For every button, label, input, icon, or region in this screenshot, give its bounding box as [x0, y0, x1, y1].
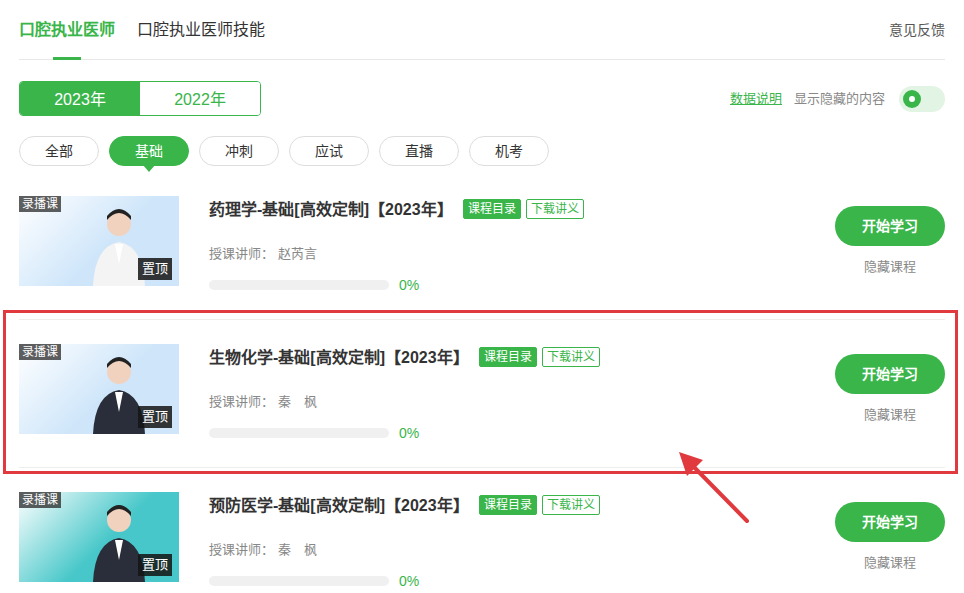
progress-track: [209, 576, 389, 586]
exam-tab[interactable]: 口腔执业医师: [19, 19, 115, 59]
recorded-badge: 录播课: [19, 492, 61, 508]
hidden-controls: 数据说明显示隐藏的内容: [730, 86, 945, 112]
year-row: 2023年2022年 数据说明显示隐藏的内容: [19, 81, 945, 116]
pinned-badge: 置顶: [138, 554, 172, 576]
hide-course-link[interactable]: 隐藏课程: [864, 553, 916, 573]
course-title[interactable]: 生物化学-基础[高效定制]【2023年】: [209, 349, 469, 366]
switch-knob: [903, 90, 921, 108]
course-info: 生物化学-基础[高效定制]【2023年】课程目录下载讲义授课讲师： 秦 枫 0%: [209, 344, 600, 443]
catalog-tag[interactable]: 课程目录: [479, 347, 537, 367]
hide-course-link[interactable]: 隐藏课程: [864, 405, 916, 425]
course-info: 药理学-基础[高效定制]【2023年】课程目录下载讲义授课讲师： 赵芮言 0%: [209, 196, 584, 295]
feedback-link[interactable]: 意见反馈: [889, 19, 945, 59]
course-thumbnail[interactable]: 录播课置顶: [19, 196, 179, 286]
course-title[interactable]: 药理学-基础[高效定制]【2023年】: [209, 201, 453, 218]
course-tabs: 口腔执业医师口腔执业医师技能: [19, 19, 287, 59]
recorded-badge: 录播课: [19, 196, 61, 212]
course-title-row: 生物化学-基础[高效定制]【2023年】课程目录下载讲义: [209, 347, 600, 369]
data-info-link[interactable]: 数据说明: [730, 89, 782, 109]
year-button[interactable]: 2022年: [140, 82, 260, 115]
arrow-icon: [659, 435, 751, 527]
teacher-row: 授课讲师： 秦 枫: [209, 540, 600, 560]
progress-text: 0%: [399, 423, 419, 443]
hide-course-link[interactable]: 隐藏课程: [864, 257, 916, 277]
handout-tag[interactable]: 下载讲义: [526, 199, 584, 219]
teacher-name: 赵芮言: [278, 246, 317, 261]
show-hidden-switch[interactable]: [899, 86, 945, 112]
handout-tag[interactable]: 下载讲义: [542, 495, 600, 515]
course-title-row: 药理学-基础[高效定制]【2023年】课程目录下载讲义: [209, 199, 584, 221]
course-title[interactable]: 预防医学-基础[高效定制]【2023年】: [209, 497, 469, 514]
teacher-label: 授课讲师：: [209, 394, 274, 409]
filter-pill[interactable]: 机考: [469, 136, 549, 166]
filter-pill[interactable]: 冲刺: [199, 136, 279, 166]
year-toggle: 2023年2022年: [19, 81, 261, 116]
handout-tag[interactable]: 下载讲义: [542, 347, 600, 367]
catalog-tag[interactable]: 课程目录: [463, 199, 521, 219]
progress-row: 0%: [209, 423, 600, 443]
filter-pill[interactable]: 全部: [19, 136, 99, 166]
catalog-tag[interactable]: 课程目录: [479, 495, 537, 515]
teacher-name: 秦 枫: [278, 394, 317, 409]
teacher-row: 授课讲师： 赵芮言: [209, 244, 584, 264]
course-actions: 开始学习隐藏课程: [835, 206, 945, 277]
course-actions: 开始学习隐藏课程: [835, 502, 945, 573]
teacher-label: 授课讲师：: [209, 246, 274, 261]
course-actions: 开始学习隐藏课程: [835, 354, 945, 425]
progress-text: 0%: [399, 275, 419, 295]
filter-pill[interactable]: 应试: [289, 136, 369, 166]
progress-track: [209, 428, 389, 438]
show-hidden-label: 显示隐藏的内容: [794, 89, 885, 109]
progress-text: 0%: [399, 571, 419, 591]
pinned-badge: 置顶: [138, 406, 172, 428]
progress-row: 0%: [209, 571, 600, 591]
course-title-row: 预防医学-基础[高效定制]【2023年】课程目录下载讲义: [209, 495, 600, 517]
teacher-row: 授课讲师： 秦 枫: [209, 392, 600, 412]
course-list: 录播课置顶药理学-基础[高效定制]【2023年】课程目录下载讲义授课讲师：赵芮言…: [19, 172, 945, 593]
start-button[interactable]: 开始学习: [835, 354, 945, 394]
year-button[interactable]: 2023年: [20, 82, 140, 115]
start-button[interactable]: 开始学习: [835, 206, 945, 246]
filter-pill[interactable]: 直播: [379, 136, 459, 166]
teacher-label: 授课讲师：: [209, 542, 274, 557]
course-item: 录播课置顶 生物化学-基础[高效定制]【2023年】课程目录下载讲义授课讲师： 秦 …: [19, 320, 945, 468]
exam-tab[interactable]: 口腔执业医师技能: [137, 19, 265, 59]
course-item: 录播课置顶 预防医学-基础[高效定制]【2023年】课程目录下载讲义授课讲师： 秦 …: [19, 468, 945, 593]
start-button[interactable]: 开始学习: [835, 502, 945, 542]
filter-pill[interactable]: 基础: [109, 136, 189, 166]
course-info: 预防医学-基础[高效定制]【2023年】课程目录下载讲义授课讲师： 秦 枫 0%: [209, 492, 600, 591]
course-thumbnail[interactable]: 录播课置顶: [19, 344, 179, 434]
recorded-badge: 录播课: [19, 344, 61, 360]
pinned-badge: 置顶: [138, 258, 172, 280]
course-item: 录播课置顶 药理学-基础[高效定制]【2023年】课程目录下载讲义授课讲师： 赵芮言…: [19, 172, 945, 320]
filter-row: 全部基础冲刺应试直播机考: [19, 136, 945, 166]
progress-row: 0%: [209, 275, 584, 295]
highlight-box: [3, 310, 958, 474]
header-bar: 口腔执业医师口腔执业医师技能 意见反馈: [19, 0, 945, 60]
course-thumbnail[interactable]: 录播课置顶: [19, 492, 179, 582]
teacher-name: 秦 枫: [278, 542, 317, 557]
progress-track: [209, 280, 389, 290]
